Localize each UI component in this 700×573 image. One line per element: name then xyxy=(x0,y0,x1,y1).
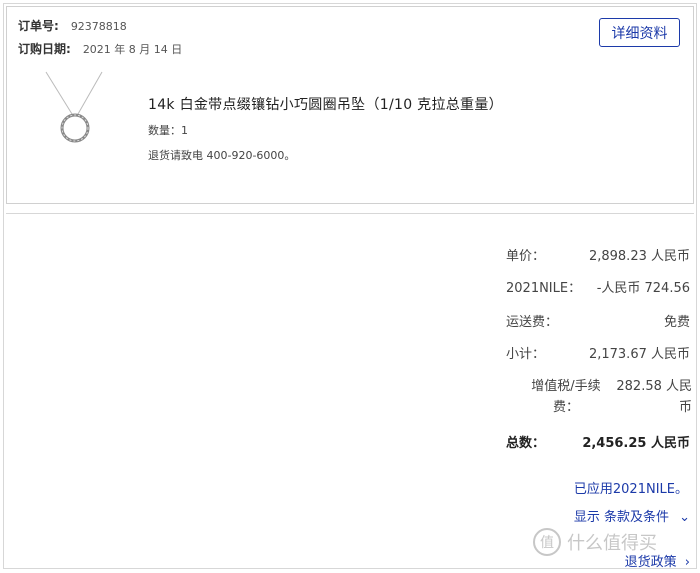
total-value: 2,456.25 人民币 xyxy=(582,436,690,451)
order-date-value: 2021 年 8 月 14 日 xyxy=(82,43,183,56)
order-date-label: 订购日期: xyxy=(18,42,71,56)
order-number: 订单号: 92378818 xyxy=(18,17,127,34)
order-number-value: 92378818 xyxy=(70,20,127,33)
product-image[interactable] xyxy=(38,70,110,162)
chevron-down-icon: ⌄ xyxy=(679,510,690,525)
show-terms-link[interactable]: 显示 条款及条件 ⌄ xyxy=(574,506,690,525)
chevron-right-icon: › xyxy=(684,555,690,570)
return-phone-note: 退货请致电 400-920-6000。 xyxy=(148,149,296,162)
shipping-label: 运送费： xyxy=(506,315,559,330)
return-policy-label: 退货政策 xyxy=(624,555,677,570)
product-name[interactable]: 14k 白金带点缀镶钻小巧圆圈吊坠（1/10 克拉总重量） xyxy=(148,94,503,114)
show-terms-label: 显示 条款及条件 xyxy=(573,510,669,525)
return-policy-link[interactable]: 退货政策 › xyxy=(625,551,690,570)
total-label: 总数： xyxy=(506,436,546,451)
shipping-value: 免费 xyxy=(663,315,690,330)
promo-label: 2021NILE： xyxy=(506,281,582,296)
unit-price-label: 单价： xyxy=(506,249,546,264)
details-button[interactable]: 详细资料 xyxy=(599,18,680,47)
subtotal-value: 2,173.67 人民币 xyxy=(588,347,690,362)
promo-applied-link[interactable]: 已应用2021NILE。 xyxy=(574,478,688,497)
product-quantity: 数量：1 xyxy=(148,124,188,137)
section-divider xyxy=(6,213,694,214)
subtotal-label: 小计： xyxy=(506,347,546,362)
watermark-logo-icon: 值 xyxy=(533,528,561,556)
order-number-label: 订单号: xyxy=(18,19,59,33)
vat-value: 282.58 人民币 xyxy=(616,379,692,415)
unit-price-value: 2,898.23 人民币 xyxy=(588,249,690,264)
promo-value: -人民币 724.56 xyxy=(596,281,690,296)
vat-label: 增值税/手续费： xyxy=(531,379,601,415)
order-date: 订购日期: 2021 年 8 月 14 日 xyxy=(18,40,182,57)
